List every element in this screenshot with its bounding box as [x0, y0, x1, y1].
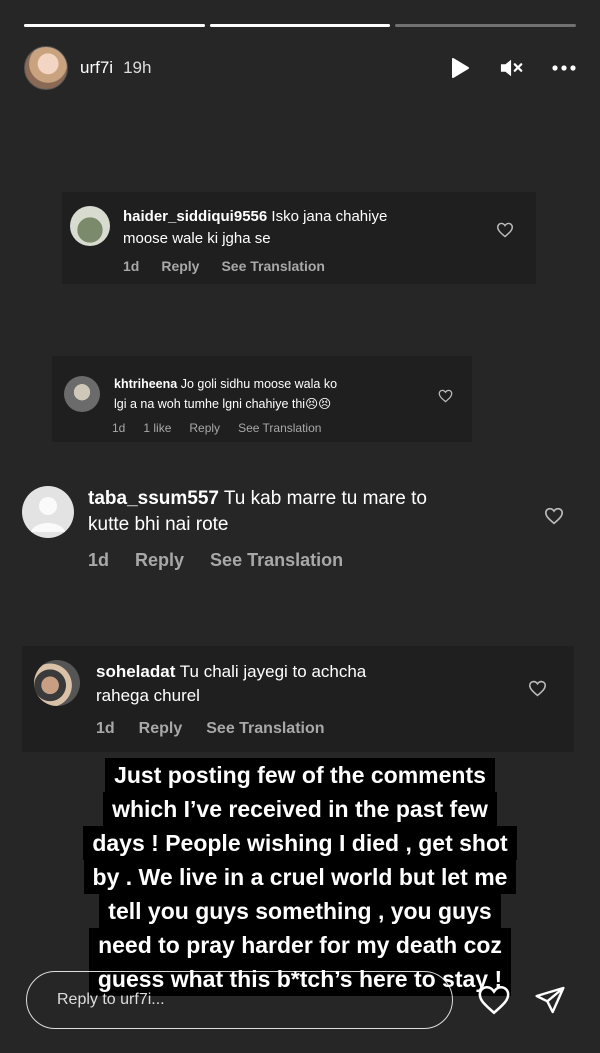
- comment-time: 1d: [96, 720, 115, 737]
- comment-username[interactable]: soheladat: [96, 662, 175, 681]
- see-translation-link[interactable]: See Translation: [210, 550, 343, 571]
- comment-username[interactable]: khtriheena: [114, 377, 177, 391]
- comment-line: taba_ssum557 Tu kab marre tu mare to: [88, 486, 427, 512]
- comment-body: soheladat Tu chali jayegi to achcha rahe…: [96, 660, 366, 708]
- comment-card: khtriheena Jo goli sidhu moose wala ko l…: [52, 356, 472, 442]
- story-username[interactable]: urf7i: [80, 58, 113, 78]
- comment-likes[interactable]: 1 like: [143, 421, 171, 435]
- caption-line: by . We live in a cruel world but let me: [83, 860, 517, 894]
- like-heart-icon[interactable]: [438, 389, 453, 408]
- comment-username[interactable]: taba_ssum557: [88, 488, 219, 509]
- reply-input[interactable]: [57, 991, 417, 1009]
- comment-line: khtriheena Jo goli sidhu moose wala ko: [114, 374, 337, 394]
- comment-text: lgi a na woh tumhe lgni chahiye thi😣😣: [114, 397, 332, 411]
- like-heart-icon[interactable]: [528, 680, 547, 702]
- comment-text: Jo goli sidhu moose wala ko: [180, 377, 338, 391]
- play-icon[interactable]: [448, 56, 472, 80]
- story-header: urf7i 19h: [24, 45, 576, 91]
- comment-body: khtriheena Jo goli sidhu moose wala ko l…: [114, 374, 337, 414]
- header-controls: [448, 56, 576, 80]
- see-translation-link[interactable]: See Translation: [238, 421, 321, 435]
- more-options-icon[interactable]: [552, 56, 576, 80]
- comment-time: 1d: [88, 550, 110, 570]
- progress-fill: [24, 24, 205, 27]
- mute-icon[interactable]: [500, 56, 524, 80]
- comment-text: Tu chali jayegi to achcha: [179, 662, 367, 681]
- comment-line: soheladat Tu chali jayegi to achcha: [96, 660, 366, 684]
- caption-line: tell you guys something , you guys: [99, 894, 501, 928]
- comment-text: Isko jana chahiye: [271, 208, 388, 225]
- comment-card: soheladat Tu chali jayegi to achcha rahe…: [22, 646, 574, 752]
- comment-meta: 1d Reply See Translation: [88, 550, 343, 571]
- comment-text: kutte bhi nai rote: [88, 514, 229, 535]
- comment-meta: 1d Reply See Translation: [123, 258, 325, 274]
- comment-body: taba_ssum557 Tu kab marre tu mare to kut…: [88, 486, 427, 538]
- comment-text: rahega churel: [96, 686, 200, 705]
- story-viewer: urf7i 19h haider_siddiqui9556 Isko jana …: [0, 0, 600, 1053]
- comment-avatar: [64, 376, 100, 412]
- caption-line: Just posting few of the comments: [105, 758, 495, 792]
- comment-avatar: [34, 660, 80, 706]
- comment-meta: 1d Reply See Translation: [96, 720, 325, 738]
- progress-segment: [24, 24, 205, 27]
- comment-avatar: [22, 486, 74, 538]
- reply-link[interactable]: Reply: [161, 258, 199, 274]
- progress-segment: [395, 24, 577, 27]
- send-icon[interactable]: [534, 984, 566, 1016]
- caption-line: need to pray harder for my death coz: [89, 928, 511, 962]
- story-caption: Just posting few of the comments which I…: [38, 758, 562, 996]
- default-avatar-icon: [31, 497, 65, 532]
- comment-time: 1d: [123, 258, 140, 274]
- caption-line: which I’ve received in the past few: [103, 792, 497, 826]
- like-heart-icon[interactable]: [544, 507, 564, 530]
- comment-card: taba_ssum557 Tu kab marre tu mare to kut…: [14, 470, 588, 582]
- story-progress: [24, 24, 577, 27]
- see-translation-link[interactable]: See Translation: [206, 720, 324, 738]
- like-heart-icon[interactable]: [496, 222, 514, 243]
- progress-segment: [209, 24, 391, 27]
- reply-link[interactable]: Reply: [135, 550, 184, 571]
- comment-line: haider_siddiqui9556 Isko jana chahiye: [123, 206, 387, 228]
- comment-card: haider_siddiqui9556 Isko jana chahiye mo…: [62, 192, 536, 284]
- see-translation-link[interactable]: See Translation: [221, 258, 324, 274]
- comment-text: moose wale ki jgha se: [123, 230, 271, 247]
- caption-line: days ! People wishing I died , get shot: [83, 826, 517, 860]
- reply-link[interactable]: Reply: [139, 720, 183, 738]
- comment-text: Tu kab marre tu mare to: [223, 488, 427, 509]
- reply-link[interactable]: Reply: [189, 421, 220, 435]
- progress-fill: [209, 24, 391, 27]
- reply-bar: [26, 971, 453, 1029]
- comment-avatar: [70, 206, 110, 246]
- comment-time: 1d: [112, 421, 126, 435]
- story-time: 19h: [123, 58, 152, 77]
- comment-body: haider_siddiqui9556 Isko jana chahiye mo…: [123, 206, 387, 250]
- like-story-heart-icon[interactable]: [477, 984, 511, 1016]
- comment-username[interactable]: haider_siddiqui9556: [123, 208, 267, 225]
- comment-meta: 1d 1 like Reply See Translation: [112, 421, 321, 435]
- avatar[interactable]: [24, 46, 68, 90]
